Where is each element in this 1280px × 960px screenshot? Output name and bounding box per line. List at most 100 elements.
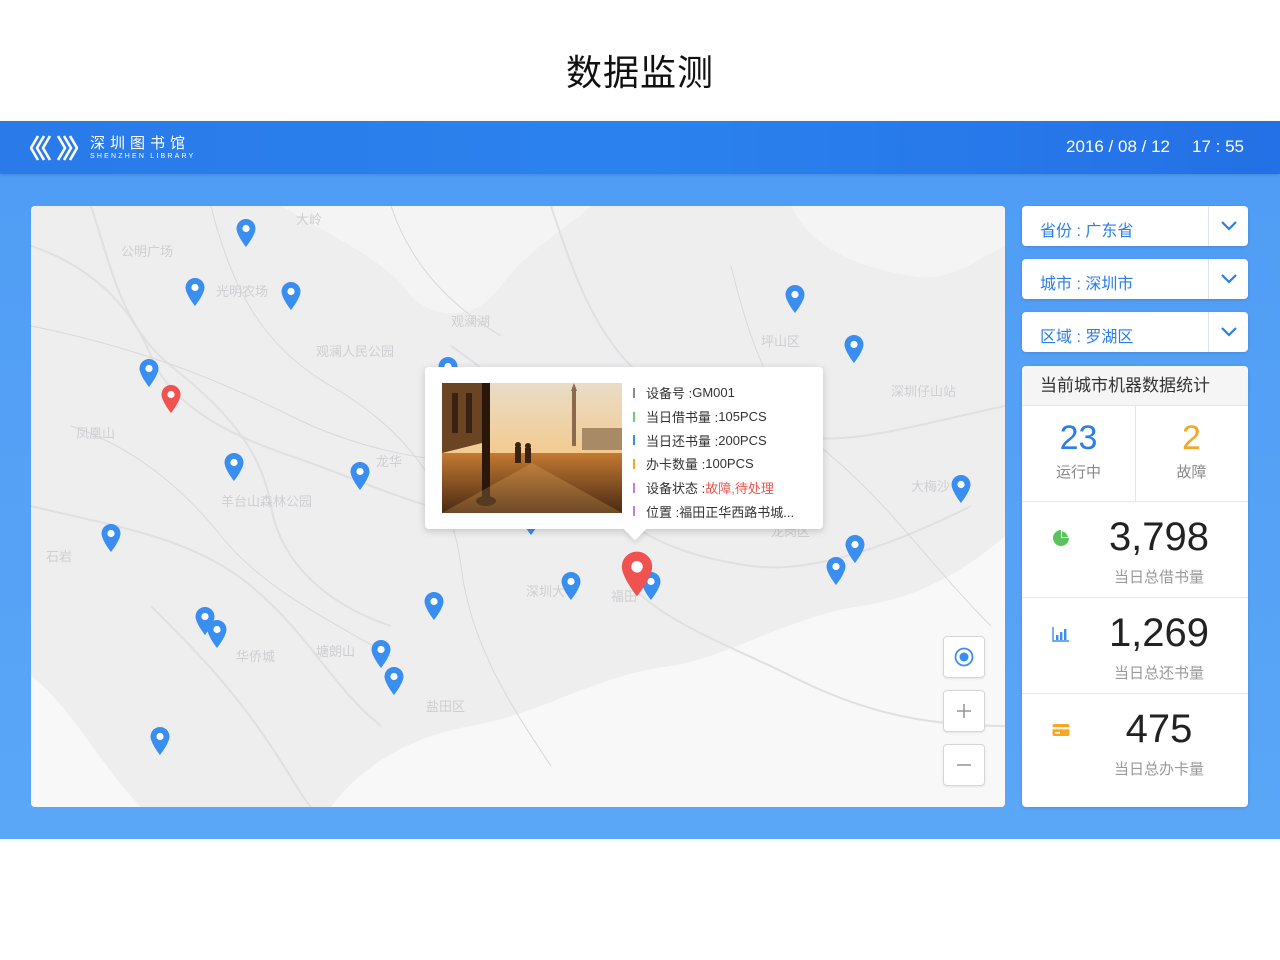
map-pin-icon (826, 557, 846, 585)
map-pin[interactable] (100, 523, 122, 553)
machine-status: 23 运行中 2 故障 (1022, 406, 1248, 502)
map-pin-icon (224, 453, 244, 481)
map-pin-icon (236, 219, 256, 247)
map-pin[interactable] (784, 284, 806, 314)
map-pin-icon (350, 462, 370, 490)
district-select-value: 区域 : 罗湖区 (1040, 329, 1134, 346)
info-row-value: 200PCS (718, 432, 767, 448)
zoom-in-button[interactable] (943, 690, 985, 732)
device-info-row: 位置 : 福田正华西路书城... (633, 499, 817, 523)
map-place-label: 凤凰山 (76, 427, 115, 442)
map-place-label: 观澜人民公园 (316, 345, 394, 360)
fault-count: 2 (1182, 419, 1201, 457)
map-place-label: 坪山区 (761, 335, 800, 350)
device-location-photo (442, 383, 622, 513)
info-row-value: GM001 (692, 385, 735, 401)
locate-icon (954, 647, 974, 667)
map-place-label: 盐田区 (426, 700, 465, 715)
map-pin-fault[interactable] (160, 384, 182, 414)
map-pin-icon (185, 278, 205, 306)
chevron-down-icon (1220, 274, 1237, 284)
date-text: 2016 / 08 / 12 (1066, 137, 1170, 156)
device-info-row: 当日借书量 : 105PCS (633, 405, 817, 429)
map-pin-icon (150, 727, 170, 755)
map-pin[interactable] (349, 461, 371, 491)
city-dropdown-button[interactable] (1208, 259, 1248, 299)
chevron-down-icon (1220, 327, 1237, 337)
running-label: 运行中 (1055, 464, 1101, 481)
map-place-label: 龙华 (376, 455, 402, 470)
map-pin[interactable] (560, 571, 582, 601)
map-pin-icon (139, 359, 159, 387)
info-row-value: 105PCS (718, 409, 767, 425)
map-pin[interactable] (138, 358, 160, 388)
map-pin-icon (561, 572, 581, 600)
map-pin[interactable] (235, 218, 257, 248)
info-row-marker (633, 482, 635, 493)
district-select[interactable]: 区域 : 罗湖区 (1022, 312, 1248, 352)
map-place-label: 塘朗山 (316, 644, 355, 660)
stats-title: 当前城市机器数据统计 (1022, 366, 1248, 406)
map-pin[interactable] (844, 534, 866, 564)
top-bar: 深圳图书馆 SHENZHEN LIBRARY 2016 / 08 / 12 17 … (0, 121, 1280, 174)
district-dropdown-button[interactable] (1208, 312, 1248, 352)
map-pin-icon (785, 285, 805, 313)
borrow-total: 3,798 (1108, 515, 1210, 559)
dashboard: 深圳图书馆 SHENZHEN LIBRARY 2016 / 08 / 12 17 … (0, 121, 1280, 839)
province-dropdown-button[interactable] (1208, 206, 1248, 246)
device-info-row: 办卡数量 : 100PCS (633, 452, 817, 476)
map-panel[interactable]: 公明广场光明农场观澜湖观澜人民公园凤凰山羊台山森林公园大岭深圳大学塘朗山深圳湾平… (31, 206, 1005, 807)
map-pin[interactable] (423, 591, 445, 621)
map-pin[interactable] (843, 334, 865, 364)
map-pin-icon (384, 667, 404, 695)
info-row-marker (633, 458, 635, 469)
info-row-label: 位置 : (646, 504, 680, 520)
city-stats-panel: 当前城市机器数据统计 23 运行中 2 故障 3,798 当日总借书量 1,26… (1022, 366, 1248, 807)
map-pin[interactable] (184, 277, 206, 307)
return-label: 当日总还书量 (1113, 665, 1204, 682)
running-count: 23 (1059, 419, 1098, 457)
borrow-label: 当日总借书量 (1113, 569, 1204, 586)
map-place-label: 光明农场 (216, 285, 268, 300)
map-pin-icon (424, 592, 444, 620)
city-select[interactable]: 城市 : 深圳市 (1022, 259, 1248, 299)
map-pin[interactable] (223, 452, 245, 482)
map-pin[interactable] (383, 666, 405, 696)
pie-chart-icon (1053, 530, 1069, 546)
info-row-label: 设备状态 : (646, 481, 706, 497)
device-info-row: 设备状态 : 故障,待处理 (633, 476, 817, 500)
map-pin[interactable] (950, 474, 972, 504)
zoom-in-icon (957, 704, 971, 718)
city-select-value: 城市 : 深圳市 (1040, 276, 1134, 293)
card-label: 当日总办卡量 (1113, 761, 1204, 778)
device-info-row: 设备号 : GM001 (633, 381, 817, 405)
map-pin[interactable] (825, 556, 847, 586)
device-popup[interactable]: 设备号 : GM001 当日借书量 : 105PCS 当日还书量 : 200PCS 办… (425, 367, 823, 529)
map-pin[interactable] (370, 639, 392, 669)
map-pin[interactable] (206, 619, 228, 649)
map-place-label: 华侨城 (236, 650, 275, 665)
info-row-value: 故障,待处理 (705, 481, 774, 497)
map-place-label: 大梅沙 (911, 480, 950, 495)
locate-button[interactable] (943, 636, 985, 678)
map-place-label: 羊台山森林公园 (221, 494, 312, 510)
device-info-row: 当日还书量 : 200PCS (633, 428, 817, 452)
library-logo[interactable]: 深圳图书馆 SHENZHEN LIBRARY (30, 131, 195, 165)
bar-chart-icon (1052, 627, 1069, 642)
zoom-out-button[interactable] (943, 744, 985, 786)
info-row-label: 当日还书量 : (646, 433, 719, 449)
info-row-value: 100PCS (705, 456, 754, 472)
map-pin[interactable] (149, 726, 171, 756)
map-place-label: 大岭 (296, 213, 322, 228)
map-pin-icon (281, 282, 301, 310)
borrow-stat: 3,798 当日总借书量 (1022, 502, 1248, 598)
map-pin[interactable] (280, 281, 302, 311)
page-title: 数据监测 (565, 52, 714, 93)
card-stat: 475 当日总办卡量 (1022, 694, 1248, 790)
map-pin-selected[interactable] (619, 550, 655, 598)
fault-kpi: 2 故障 (1135, 418, 1248, 482)
map-place-label: 深圳仔山站 (891, 385, 956, 400)
zoom-out-icon (957, 764, 971, 766)
map-pin-icon (161, 385, 181, 413)
province-select[interactable]: 省份 : 广东省 (1022, 206, 1248, 246)
